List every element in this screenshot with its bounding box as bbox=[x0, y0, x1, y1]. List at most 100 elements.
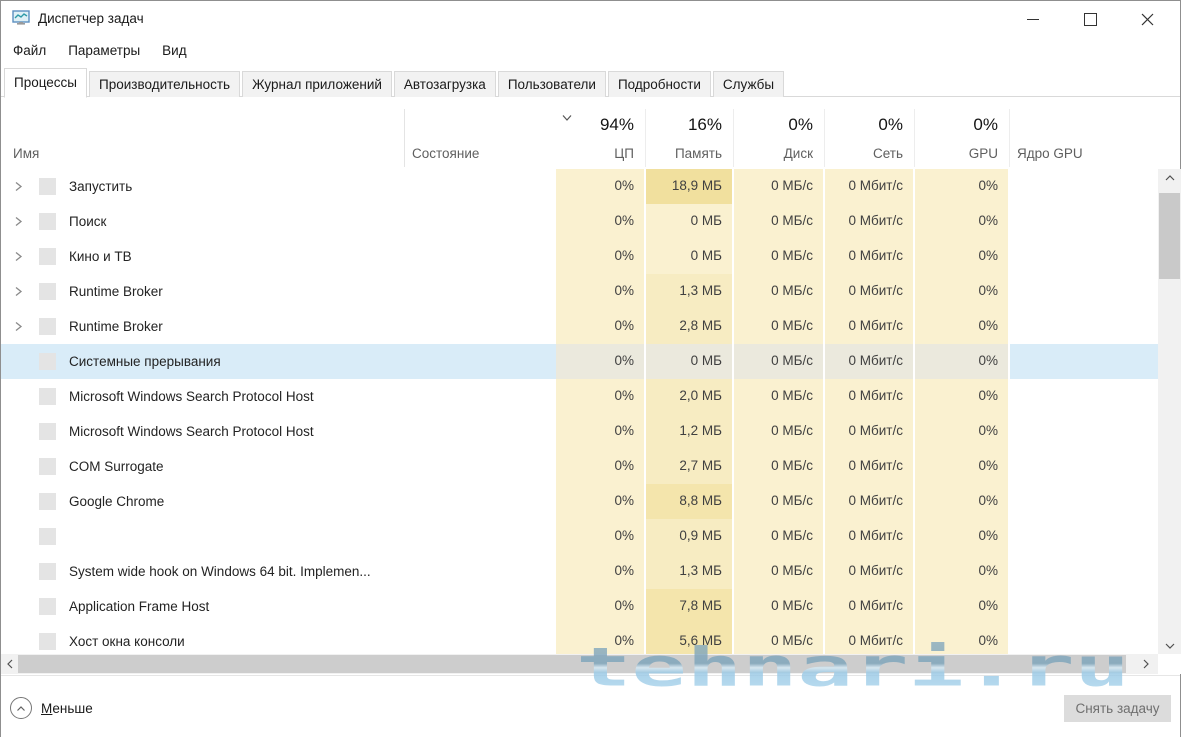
close-button[interactable] bbox=[1124, 1, 1170, 37]
cpu-cell: 0% bbox=[556, 554, 644, 589]
process-name: Запустить bbox=[69, 179, 133, 194]
minimize-button[interactable] bbox=[1010, 1, 1056, 37]
status-cell bbox=[404, 449, 556, 484]
process-name: Runtime Broker bbox=[69, 284, 163, 299]
process-name: Application Frame Host bbox=[69, 599, 210, 614]
process-icon bbox=[39, 423, 56, 440]
column-header[interactable]: 16% Память bbox=[646, 105, 732, 169]
disk-cell: 0 МБ/с bbox=[734, 169, 823, 204]
process-icon bbox=[39, 248, 56, 265]
table-row[interactable]: Microsoft Windows Search Protocol Host 0… bbox=[1, 379, 1158, 414]
column-header[interactable]: 0% Диск bbox=[734, 105, 823, 169]
process-name-cell bbox=[1, 519, 404, 554]
tab[interactable]: Журнал приложений bbox=[242, 71, 392, 97]
table-row[interactable]: COM Surrogate 0% 2,7 МБ 0 МБ/с 0 Мбит/с … bbox=[1, 449, 1158, 484]
column-label: ЦП bbox=[614, 146, 634, 161]
maximize-button[interactable] bbox=[1067, 1, 1113, 37]
table-row[interactable]: Системные прерывания 0% 0 МБ 0 МБ/с 0 Мб… bbox=[1, 344, 1158, 379]
expand-chevron-icon[interactable] bbox=[1, 216, 39, 227]
cpu-cell: 0% bbox=[556, 624, 644, 654]
table-row[interactable]: 0% 0,9 МБ 0 МБ/с 0 Мбит/с 0% bbox=[1, 519, 1158, 554]
menu-options[interactable]: Параметры bbox=[58, 40, 150, 61]
menu-view[interactable]: Вид bbox=[152, 40, 196, 61]
tab[interactable]: Производительность bbox=[89, 71, 241, 97]
expand-chevron-icon[interactable] bbox=[1, 251, 39, 262]
disk-cell: 0 МБ/с bbox=[734, 379, 823, 414]
gpu-engine-cell bbox=[1010, 379, 1158, 414]
column-header[interactable]: 0% Сеть bbox=[825, 105, 913, 169]
table-row[interactable]: Runtime Broker 0% 1,3 МБ 0 МБ/с 0 Мбит/с… bbox=[1, 274, 1158, 309]
status-cell bbox=[404, 274, 556, 309]
cpu-cell: 0% bbox=[556, 239, 644, 274]
column-header-gpu-engine[interactable]: Ядро GPU bbox=[1017, 146, 1083, 161]
column-header-status[interactable]: Состояние bbox=[412, 146, 479, 161]
status-cell bbox=[404, 309, 556, 344]
column-header[interactable]: 0% GPU bbox=[915, 105, 1008, 169]
scroll-up-icon[interactable] bbox=[1158, 169, 1181, 186]
process-icon bbox=[39, 633, 56, 650]
disk-cell: 0 МБ/с bbox=[734, 624, 823, 654]
cpu-cell: 0% bbox=[556, 379, 644, 414]
tab-label: Службы bbox=[722, 77, 775, 92]
gpu-cell: 0% bbox=[915, 239, 1008, 274]
process-name: Google Chrome bbox=[69, 494, 165, 509]
tab[interactable]: Автозагрузка bbox=[393, 71, 496, 97]
task-manager-icon bbox=[12, 10, 31, 27]
expand-chevron-icon[interactable] bbox=[1, 286, 39, 297]
gpu-engine-cell bbox=[1010, 344, 1158, 379]
vertical-scrollbar[interactable] bbox=[1158, 169, 1181, 654]
expand-chevron-icon[interactable] bbox=[1, 321, 39, 332]
vertical-scrollbar-thumb[interactable] bbox=[1159, 193, 1180, 279]
memory-cell: 1,3 МБ bbox=[646, 274, 732, 309]
chevron-up-circle-icon bbox=[10, 697, 32, 719]
memory-cell: 18,9 МБ bbox=[646, 169, 732, 204]
process-list: Запустить 0% 18,9 МБ 0 МБ/с 0 Мбит/с 0% … bbox=[1, 169, 1158, 654]
cpu-cell: 0% bbox=[556, 449, 644, 484]
table-row[interactable]: Хост окна консоли 0% 5,6 МБ 0 МБ/с 0 Мби… bbox=[1, 624, 1158, 654]
fewer-details-button[interactable]: Меньше bbox=[10, 697, 93, 719]
status-cell bbox=[404, 169, 556, 204]
memory-cell: 1,2 МБ bbox=[646, 414, 732, 449]
scroll-left-icon[interactable] bbox=[1, 654, 18, 674]
status-cell bbox=[404, 589, 556, 624]
table-row[interactable]: Microsoft Windows Search Protocol Host 0… bbox=[1, 414, 1158, 449]
tab-bar: Процессы Производительность Журнал приложе… bbox=[1, 63, 1180, 98]
scroll-right-icon[interactable] bbox=[1137, 654, 1154, 674]
menu-file[interactable]: Файл bbox=[3, 40, 56, 61]
gpu-engine-cell bbox=[1010, 414, 1158, 449]
column-header-name[interactable]: Имя bbox=[13, 146, 39, 161]
table-header: Имя Состояние 94% ЦП 16% Память 0% Диск … bbox=[1, 105, 1158, 170]
gpu-cell: 0% bbox=[915, 484, 1008, 519]
header-divider bbox=[404, 109, 405, 167]
status-cell bbox=[404, 624, 556, 654]
table-row[interactable]: Application Frame Host 0% 7,8 МБ 0 МБ/с … bbox=[1, 589, 1158, 624]
table-row[interactable]: System wide hook on Windows 64 bit. Impl… bbox=[1, 554, 1158, 589]
gpu-cell: 0% bbox=[915, 344, 1008, 379]
header-divider bbox=[1009, 109, 1010, 167]
memory-cell: 2,0 МБ bbox=[646, 379, 732, 414]
disk-cell: 0 МБ/с bbox=[734, 589, 823, 624]
status-cell bbox=[404, 239, 556, 274]
table-row[interactable]: Запустить 0% 18,9 МБ 0 МБ/с 0 Мбит/с 0% bbox=[1, 169, 1158, 204]
horizontal-scrollbar-thumb[interactable] bbox=[18, 655, 1126, 673]
end-task-button[interactable]: Снять задачу bbox=[1064, 695, 1171, 722]
process-icon bbox=[39, 528, 56, 545]
process-name: COM Surrogate bbox=[69, 459, 164, 474]
tab[interactable]: Процессы bbox=[4, 68, 88, 98]
tab-label: Подробности bbox=[617, 77, 701, 92]
table-row[interactable]: Поиск 0% 0 МБ 0 МБ/с 0 Мбит/с 0% bbox=[1, 204, 1158, 239]
tab[interactable]: Службы bbox=[712, 71, 785, 97]
tab[interactable]: Подробности bbox=[607, 71, 711, 97]
table-row[interactable]: Runtime Broker 0% 2,8 МБ 0 МБ/с 0 Мбит/с… bbox=[1, 309, 1158, 344]
network-cell: 0 Мбит/с bbox=[825, 274, 913, 309]
tab[interactable]: Пользователи bbox=[497, 71, 606, 97]
expand-chevron-icon[interactable] bbox=[1, 181, 39, 192]
scroll-down-icon[interactable] bbox=[1158, 637, 1181, 654]
cpu-cell: 0% bbox=[556, 414, 644, 449]
process-name: Microsoft Windows Search Protocol Host bbox=[69, 424, 314, 439]
gpu-engine-cell bbox=[1010, 204, 1158, 239]
network-cell: 0 Мбит/с bbox=[825, 484, 913, 519]
table-row[interactable]: Кино и ТВ 0% 0 МБ 0 МБ/с 0 Мбит/с 0% bbox=[1, 239, 1158, 274]
table-row[interactable]: Google Chrome 0% 8,8 МБ 0 МБ/с 0 Мбит/с … bbox=[1, 484, 1158, 519]
horizontal-scrollbar[interactable] bbox=[1, 654, 1158, 674]
